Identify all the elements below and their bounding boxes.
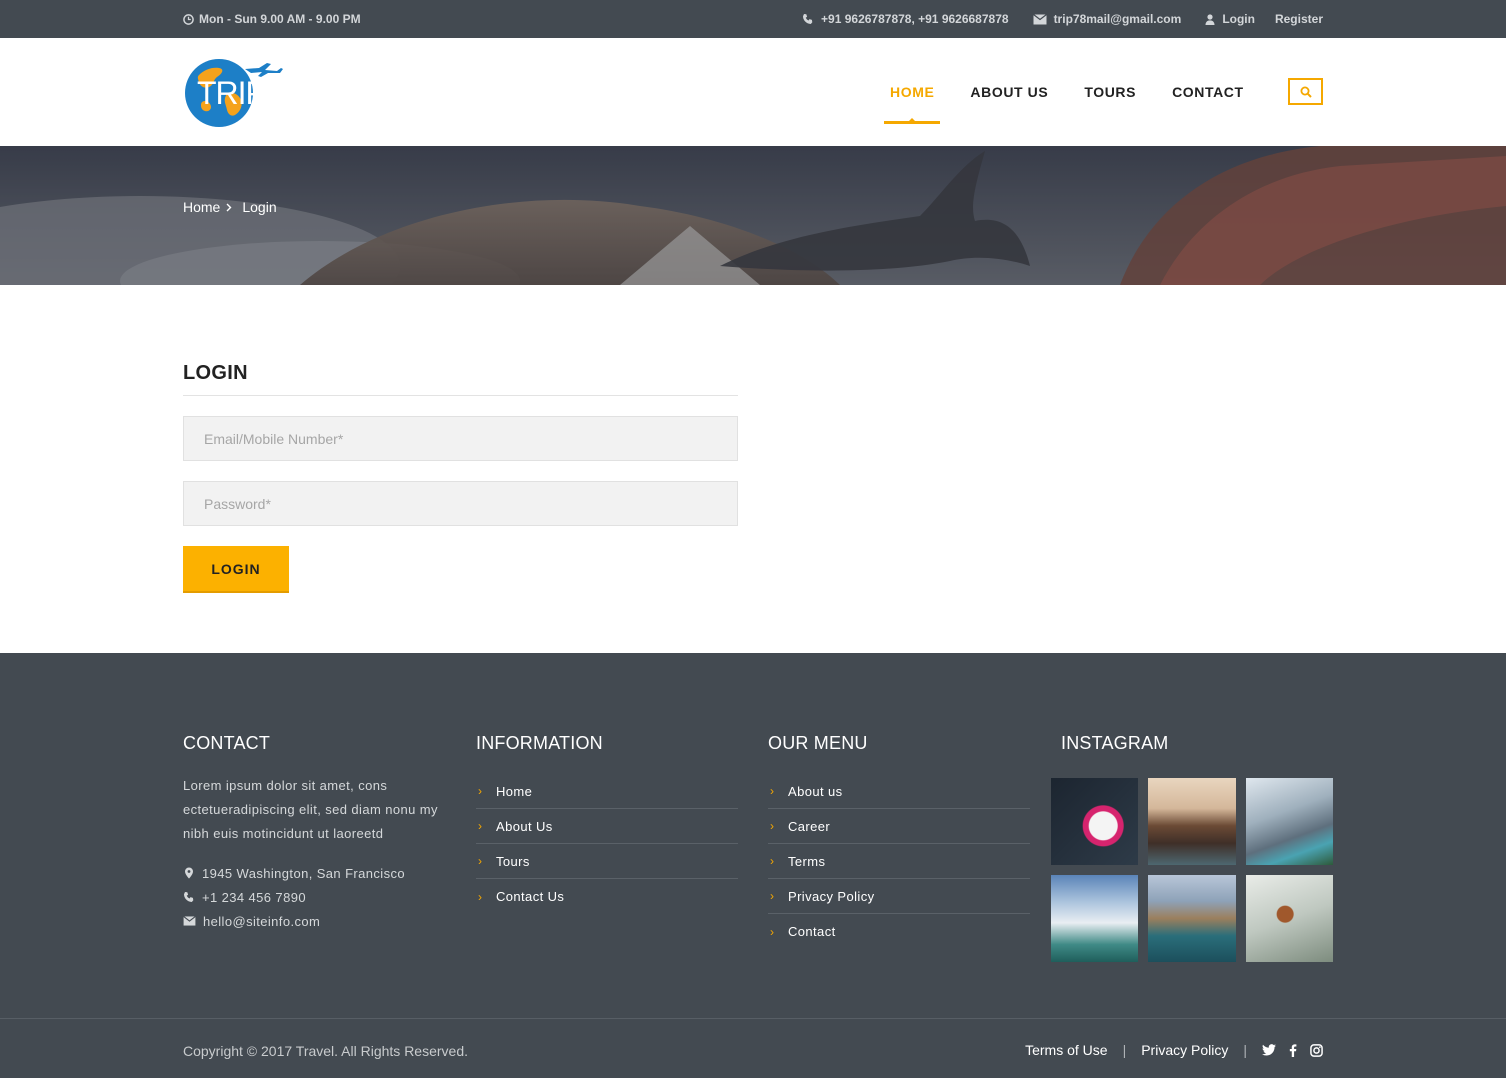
footer-menu-privacy-policy[interactable]: › Privacy Policy [768,879,1030,914]
chevron-right-icon: › [478,784,483,798]
email-field[interactable] [183,416,738,461]
nav-home[interactable]: HOME [884,78,941,124]
footer-link-label: About Us [496,818,553,834]
facebook-icon[interactable] [1289,1043,1297,1057]
privacy-policy-link[interactable]: Privacy Policy [1141,1042,1228,1058]
chevron-right-icon: › [770,784,775,798]
footer-bottom-bar: Copyright © 2017 Travel. All Rights Rese… [0,1018,1506,1078]
breadcrumb: Home Login [183,199,277,215]
footer-info-home[interactable]: › Home [476,774,738,809]
envelope-icon [1032,13,1047,24]
login-button[interactable]: LOGIN [183,546,289,593]
site-header: TRIP78 HOME ABOUT US TOURS CONTACT [0,38,1506,146]
footer-menu-about-us[interactable]: › About us [768,774,1030,809]
footer-email-text: hello@siteinfo.com [203,913,321,929]
footer-phone-text: +1 234 456 7890 [202,889,306,905]
page-banner: Home Login [0,146,1506,285]
clock-icon [183,13,194,25]
email-text: trip78mail@gmail.com [1053,12,1182,26]
phone-info: +91 9626787878, +91 9626687878 [802,12,1009,26]
search-icon [1300,86,1312,98]
site-footer: CONTACT Lorem ipsum dolor sit amet, cons… [0,653,1506,1078]
nav-contact[interactable]: CONTACT [1166,78,1250,124]
register-link[interactable]: Register [1275,12,1323,26]
user-icon [1205,13,1215,25]
nav-about-us[interactable]: ABOUT US [964,78,1054,124]
footer-instagram-title: INSTAGRAM [1061,733,1169,753]
footer-link-label: Contact Us [496,889,565,904]
logo-text: TRIP78 [197,75,300,111]
footer-phone: +1 234 456 7890 [183,885,445,909]
phone-text: +91 9626787878, +91 9626687878 [821,12,1009,26]
footer-info-tours[interactable]: › Tours [476,844,738,879]
footer-contact-text: Lorem ipsum dolor sit amet, cons ectetue… [183,778,438,841]
footer-info-about-us[interactable]: › About Us [476,809,738,844]
twitter-icon[interactable] [1262,1044,1276,1056]
chevron-right-icon: › [770,889,775,903]
terms-of-use-link[interactable]: Terms of Use [1025,1042,1107,1058]
nav-tours[interactable]: TOURS [1078,78,1142,124]
map-marker-icon [185,867,193,879]
footer-address-text: 1945 Washington, San Francisco [202,865,406,881]
register-link-label: Register [1274,12,1323,26]
phone-icon [803,14,813,24]
social-links [1262,1043,1323,1057]
chevron-right-icon: › [770,924,775,939]
chevron-right-icon: › [478,854,483,868]
footer-menu-terms[interactable]: › Terms [768,844,1030,879]
chevron-right-icon: › [770,819,775,833]
footer-menu-career[interactable]: › Career [768,809,1030,844]
instagram-photo-waterfall[interactable] [1051,875,1138,962]
instagram-icon[interactable] [1310,1043,1323,1057]
chevron-right-icon: › [478,889,483,904]
footer-link-label: Privacy Policy [788,888,875,904]
footer-our-menu: OUR MENU › About us › Career › Terms › Priva… [768,733,1030,949]
footer-link-label: Terms [788,853,826,869]
instagram-photo-rock-arch[interactable] [1148,778,1236,865]
footer-link-label: Contact [788,924,836,939]
login-link-label: Login [1222,12,1255,26]
breadcrumb-current: Login [242,199,277,215]
footer-info-contact-us[interactable]: › Contact Us [476,879,738,914]
footer-information-title: INFORMATION [476,733,603,753]
footer-link-label: Career [788,818,831,834]
instagram-grid [1051,778,1333,962]
copyright-text: Copyright © 2017 Travel. All Rights Rese… [183,1043,469,1059]
chevron-right-icon [226,203,232,211]
top-bar: Mon - Sun 9.00 AM - 9.00 PM +91 96267878… [0,0,1506,38]
footer-menu-title: OUR MENU [768,733,868,753]
login-form: LOGIN LOGIN [183,362,738,593]
footer-contact-title: CONTACT [183,733,271,753]
chevron-right-icon: › [770,854,775,868]
breadcrumb-home[interactable]: Home [183,199,220,215]
password-field[interactable] [183,481,738,526]
instagram-photo-alarm-clock[interactable] [1051,778,1138,865]
footer-menu-contact[interactable]: › Contact [768,914,1030,949]
footer-information: INFORMATION › Home › About Us › Tours › Cont… [476,733,738,914]
footer-address: 1945 Washington, San Francisco [183,861,445,885]
chevron-right-icon: › [478,819,483,833]
instagram-photo-mountain-lake[interactable] [1246,778,1333,865]
footer-instagram: INSTAGRAM [1061,733,1168,754]
main-nav: HOME ABOUT US TOURS CONTACT [884,78,1274,124]
footer-link-label: About us [788,783,843,799]
footer-email[interactable]: hello@siteinfo.com [183,909,445,933]
link-separator: | [1122,1042,1127,1058]
footer-link-label: Home [496,783,533,799]
envelope-icon [183,916,196,926]
opening-hours: Mon - Sun 9.00 AM - 9.00 PM [183,12,361,26]
footer-link-label: Tours [496,853,530,869]
email-info[interactable]: trip78mail@gmail.com [1032,12,1182,26]
footer-contact: CONTACT Lorem ipsum dolor sit amet, cons… [183,733,445,933]
site-logo[interactable]: TRIP78 [185,55,300,131]
link-separator: | [1243,1042,1247,1058]
phone-icon [184,892,194,902]
instagram-photo-fjord[interactable] [1148,875,1236,962]
login-title: LOGIN [183,362,738,396]
search-button[interactable] [1288,78,1323,105]
banner-image [0,146,1506,285]
instagram-photo-compass[interactable] [1246,875,1333,962]
login-link[interactable]: Login [1205,12,1255,26]
hours-text: Mon - Sun 9.00 AM - 9.00 PM [199,12,361,26]
